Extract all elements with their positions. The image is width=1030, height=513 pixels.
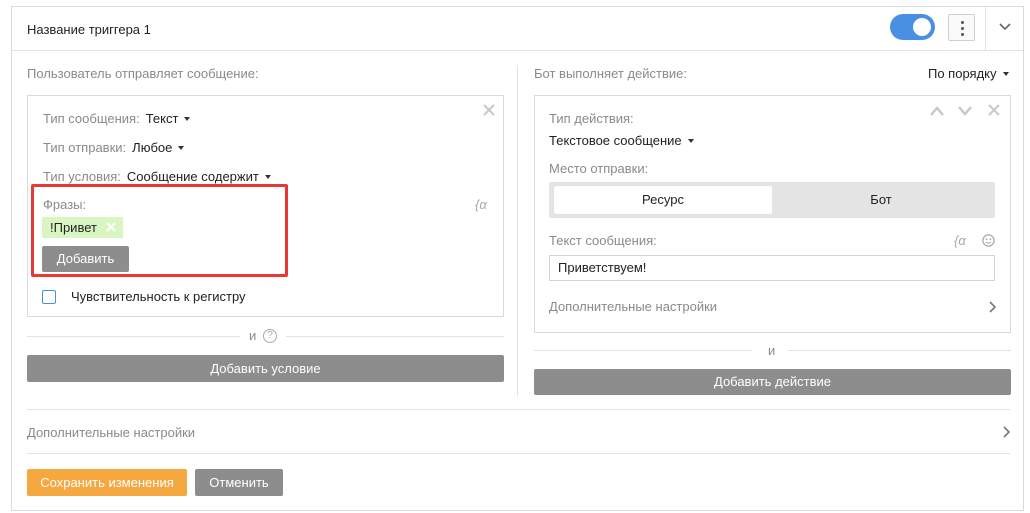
chevron-right-icon[interactable] [988,301,997,313]
case-sensitive-label: Чувствительность к регистру [71,289,246,304]
order-value: По порядку [928,66,997,81]
send-type-label: Тип отправки: [43,140,127,155]
condition-section-label: Пользователь отправляет сообщение: [27,66,259,81]
action-type-label-text: Тип действия: [549,111,634,126]
caret-down-icon [178,145,185,150]
kebab-dot [961,33,964,36]
footer-divider [27,453,1010,454]
close-icon[interactable] [483,104,495,116]
phrases-highlight-frame [31,184,288,277]
footer-divider [27,409,1010,410]
variable-insert-icon[interactable]: {α [954,233,966,248]
move-up-icon[interactable] [930,106,944,116]
help-glyph: ? [267,330,273,341]
action-type-select[interactable]: Текстовое сообщение [549,133,694,148]
send-place-segmented: Ресурс Бот [549,182,995,218]
and-separator-text: и [768,343,776,358]
order-select[interactable]: По порядку [928,66,1009,81]
trigger-enabled-toggle[interactable] [890,14,935,40]
and-separator-text: и [249,328,257,343]
message-type-value: Текст [145,111,179,126]
toggle-knob [913,18,931,36]
message-text-label-text: Текст сообщения: [549,233,657,248]
trigger-title: Название триггера 1 [27,22,151,37]
kebab-dot [961,27,964,30]
send-place-label-text: Место отправки: [549,161,649,176]
trigger-extra-settings-label: Дополнительные настройки [27,425,196,440]
condition-type-value: Сообщение содержит [126,169,259,184]
condition-type-select[interactable]: Сообщение содержит [127,169,271,184]
kebab-dot [961,21,964,24]
emoji-icon[interactable] [982,234,995,247]
send-place-option-bot[interactable]: Бот [772,186,990,214]
and-separator-line [788,350,1011,351]
condition-box: Тип сообщения: Текст Тип отправки: Любое Т… [27,95,504,317]
caret-down-icon [687,138,694,143]
condition-type-row: Тип условия: Сообщение содержит [43,169,271,184]
send-place-option-resource[interactable]: Ресурс [554,186,772,214]
caret-down-icon [184,116,191,121]
column-divider [517,65,518,397]
and-separator-line [27,336,240,337]
message-text-label: Текст сообщения: [549,233,657,248]
add-condition-button[interactable]: Добавить условие [27,355,504,382]
send-type-select[interactable]: Любое [132,140,185,155]
add-action-button[interactable]: Добавить действие [534,369,1011,395]
message-type-label: Тип сообщения: [43,111,140,126]
send-place-label: Место отправки: [549,161,648,176]
and-separator-line [286,336,504,337]
help-icon[interactable]: ? [263,329,277,343]
chevron-down-icon[interactable] [998,20,1012,34]
caret-down-icon [264,174,271,179]
action-type-value: Текстовое сообщение [549,133,682,148]
message-type-select[interactable]: Текст [146,111,191,126]
action-type-label: Тип действия: [549,111,634,126]
action-box: Тип действия: Текстовое сообщение Место … [534,95,1011,333]
condition-type-label: Тип условия: [43,169,121,184]
action-section-label: Бот выполняет действие: [534,66,687,81]
message-type-row: Тип сообщения: Текст [43,111,191,126]
message-text-input[interactable]: Приветствуем! [549,255,995,281]
move-down-icon[interactable] [958,106,972,116]
more-options-button[interactable] [948,14,975,41]
caret-down-icon [1002,71,1009,76]
and-separator-line [534,350,752,351]
chevron-right-icon[interactable] [1002,426,1011,438]
save-button[interactable]: Сохранить изменения [27,469,187,496]
action-extra-settings-row[interactable]: Дополнительные настройки [549,299,717,314]
trigger-card: Название триггера 1 Пользователь отправл… [11,6,1024,511]
action-extra-settings-label: Дополнительные настройки [549,299,718,314]
trigger-extra-settings-row[interactable]: Дополнительные настройки [27,425,195,440]
close-icon[interactable] [988,104,1000,116]
header-divider [985,7,986,51]
send-type-value: Любое [132,140,173,155]
case-sensitive-checkbox[interactable] [42,290,56,304]
cancel-button[interactable]: Отменить [195,469,283,496]
trigger-header: Название триггера 1 [12,7,1023,51]
send-type-row: Тип отправки: Любое [43,140,185,155]
variable-insert-icon[interactable]: {α [475,197,487,212]
